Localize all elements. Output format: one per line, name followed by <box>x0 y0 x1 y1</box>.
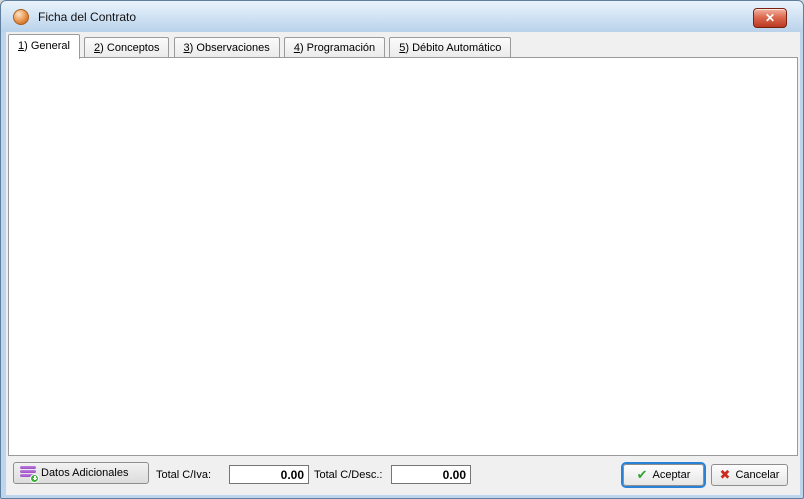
total-desc-input[interactable] <box>391 465 471 484</box>
title-bar[interactable]: Ficha del Contrato ✕ <box>1 1 803 32</box>
dialog-ficha-del-contrato: Ficha del Contrato ✕ 1) General 2) Conce… <box>0 0 804 499</box>
datos-adicionales-button[interactable]: Datos Adicionales <box>13 462 149 484</box>
window-title: Ficha del Contrato <box>38 10 136 24</box>
tab-strip: 1) General 2) Conceptos 3) Observaciones… <box>8 34 512 58</box>
close-button[interactable]: ✕ <box>753 8 787 28</box>
app-icon <box>13 9 29 25</box>
tab-general[interactable]: 1) General <box>8 34 80 59</box>
database-add-icon <box>20 466 36 481</box>
total-iva-label: Total C/Iva: <box>156 468 211 483</box>
x-icon: ✖ <box>720 467 731 483</box>
tab-observaciones[interactable]: 3) Observaciones <box>174 37 280 59</box>
tab-conceptos[interactable]: 2) Conceptos <box>84 37 169 59</box>
total-desc-label: Total C/Desc.: <box>314 468 382 483</box>
total-iva-input[interactable] <box>229 465 309 484</box>
tab-debito-automatico[interactable]: 5) Débito Automático <box>389 37 511 59</box>
check-icon: ✔ <box>637 467 648 483</box>
tab-programacion[interactable]: 4) Programación <box>284 37 385 59</box>
tab-page-general <box>8 57 798 456</box>
aceptar-button[interactable]: ✔ Aceptar <box>623 464 704 486</box>
cancelar-button[interactable]: ✖ Cancelar <box>711 464 788 486</box>
close-icon: ✕ <box>765 11 775 25</box>
